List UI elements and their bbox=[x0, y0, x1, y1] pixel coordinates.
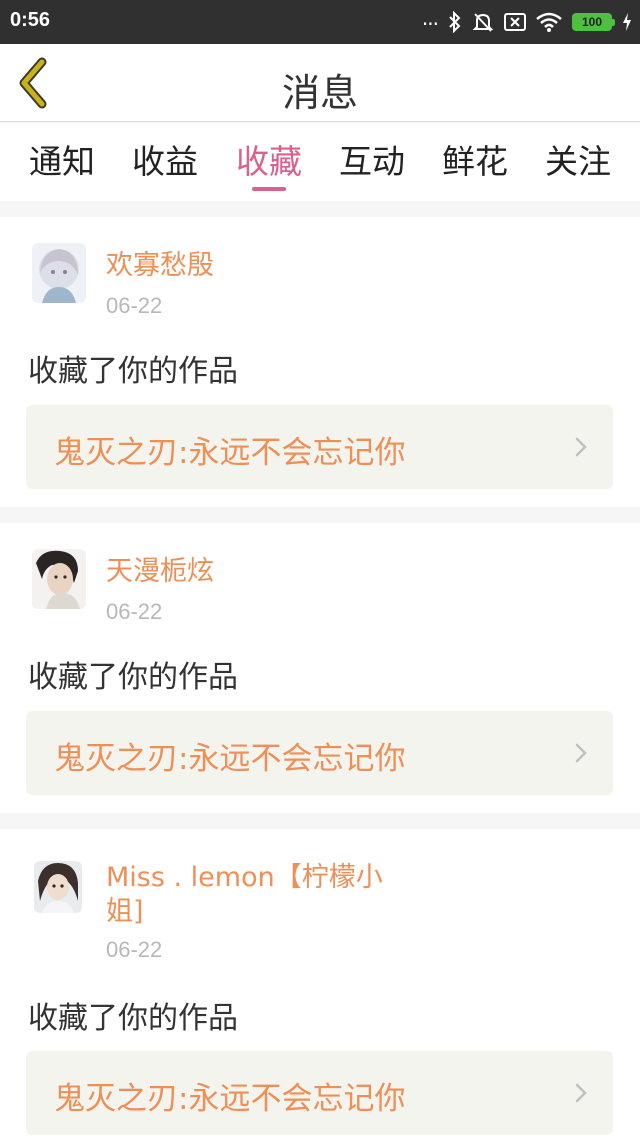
tab-notifications[interactable]: 通知 bbox=[12, 135, 112, 183]
username[interactable]: 欢寡愁殷 bbox=[106, 249, 416, 283]
action-text: 收藏了你的作品 bbox=[28, 354, 238, 389]
charging-icon bbox=[623, 13, 631, 31]
username[interactable]: 天漫栀炫 bbox=[106, 555, 416, 589]
username[interactable]: Miss . lemon【柠檬小姐] bbox=[106, 861, 416, 929]
message-card: 欢寡愁殷 06-22 收藏了你的作品 鬼灭之刃:永远不会忘记你 bbox=[0, 217, 640, 507]
status-bar: 0:56 ... 100 bbox=[0, 0, 640, 44]
work-link[interactable]: 鬼灭之刃:永远不会忘记你 bbox=[26, 711, 613, 795]
work-title: 鬼灭之刃:永远不会忘记你 bbox=[54, 741, 406, 777]
tab-earnings[interactable]: 收益 bbox=[115, 135, 215, 183]
work-link[interactable]: 鬼灭之刃:永远不会忘记你 bbox=[26, 405, 613, 489]
message-date: 06-22 bbox=[106, 599, 163, 624]
message-card: Miss . lemon【柠檬小姐] 06-22 收藏了你的作品 鬼灭之刃:永远… bbox=[0, 829, 640, 1138]
avatar[interactable] bbox=[32, 243, 86, 303]
tab-bar: 通知 收益 收藏 互动 鲜花 关注 bbox=[0, 123, 640, 201]
battery-icon: 100 bbox=[572, 13, 615, 31]
action-text: 收藏了你的作品 bbox=[28, 1001, 238, 1036]
tab-flowers[interactable]: 鲜花 bbox=[425, 135, 525, 183]
more-dots-icon: ... bbox=[421, 6, 439, 30]
bell-muted-icon bbox=[472, 13, 494, 32]
message-card: 天漫栀炫 06-22 收藏了你的作品 鬼灭之刃:永远不会忘记你 bbox=[0, 523, 640, 813]
chevron-right-icon bbox=[575, 1083, 587, 1103]
work-title: 鬼灭之刃:永远不会忘记你 bbox=[54, 1081, 406, 1117]
work-title: 鬼灭之刃:永远不会忘记你 bbox=[54, 435, 406, 471]
wifi-icon bbox=[536, 12, 562, 32]
tab-favorites[interactable]: 收藏 bbox=[219, 135, 319, 183]
avatar[interactable] bbox=[32, 549, 86, 609]
tab-interactions[interactable]: 互动 bbox=[322, 135, 422, 183]
page-title: 消息 bbox=[281, 71, 358, 115]
message-date: 06-22 bbox=[106, 293, 163, 318]
active-tab-indicator bbox=[252, 187, 286, 191]
sim-card-icon bbox=[504, 13, 526, 31]
work-link[interactable]: 鬼灭之刃:永远不会忘记你 bbox=[26, 1051, 613, 1135]
bluetooth-icon bbox=[449, 11, 461, 33]
message-date: 06-22 bbox=[106, 937, 163, 962]
tab-follows[interactable]: 关注 bbox=[528, 135, 628, 183]
title-bar: 消息 bbox=[0, 44, 640, 122]
status-icons: ... 100 bbox=[422, 0, 632, 44]
status-time: 0:56 bbox=[10, 9, 51, 31]
action-text: 收藏了你的作品 bbox=[28, 660, 238, 695]
chevron-right-icon bbox=[575, 437, 587, 457]
chevron-right-icon bbox=[575, 743, 587, 763]
avatar[interactable] bbox=[34, 861, 82, 913]
